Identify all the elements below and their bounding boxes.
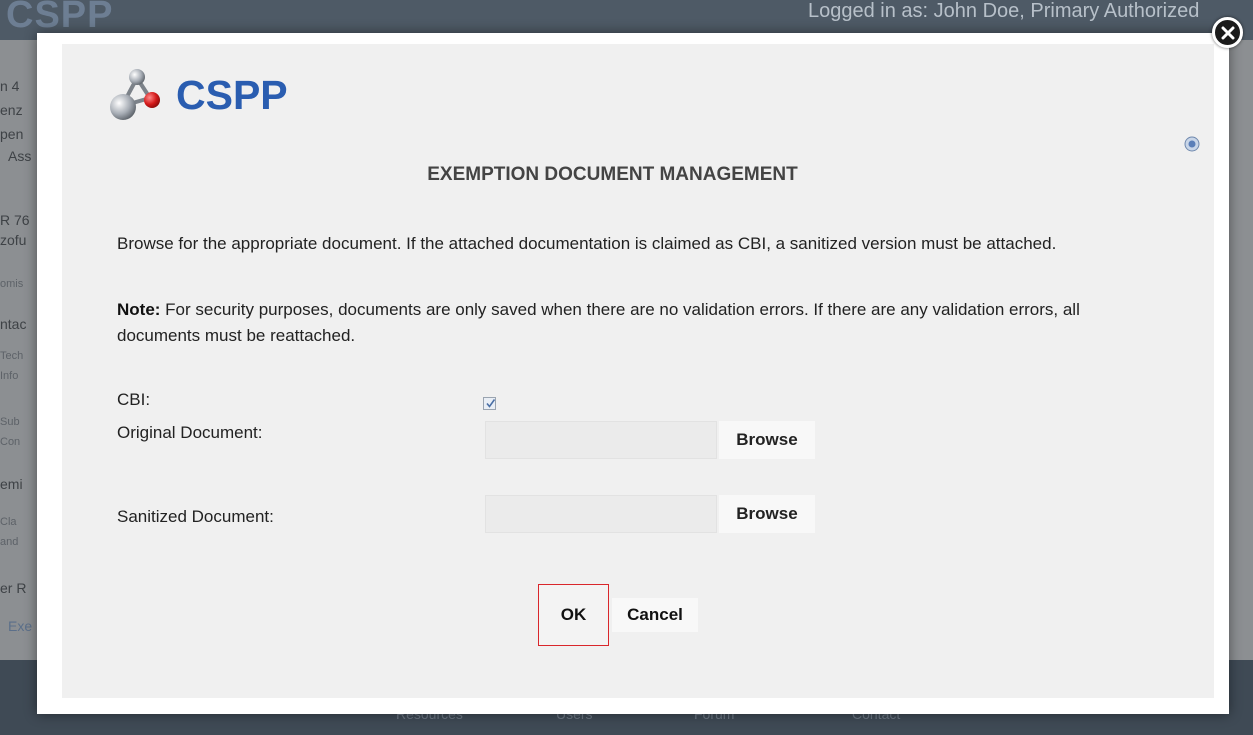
note-body: For security purposes, documents are onl… xyxy=(117,300,1080,345)
modal-title: EXEMPTION DOCUMENT MANAGEMENT xyxy=(427,164,798,185)
instructions-text: Browse for the appropriate document. If … xyxy=(117,234,1057,253)
checkmark-icon xyxy=(486,399,496,408)
background-side-text: and xyxy=(0,536,19,548)
background-side-text: er R xyxy=(0,580,27,596)
molecule-logo-icon xyxy=(110,69,160,120)
help-icon[interactable] xyxy=(1184,136,1200,152)
background-logo: CSPP xyxy=(6,0,114,36)
background-side-text: ntac xyxy=(0,316,27,332)
background-side-text: pen xyxy=(0,126,24,142)
background-side-text: Ass xyxy=(8,148,32,164)
cspp-logo: CSPP xyxy=(108,68,288,122)
background-side-text: enz xyxy=(0,102,23,118)
background-side-text: Info xyxy=(0,370,19,382)
cancel-button[interactable]: Cancel xyxy=(612,598,698,632)
background-side-text: Cla xyxy=(0,516,17,528)
background-user-info: Logged in as: John Doe, Primary Authoriz… xyxy=(808,0,1200,22)
close-button[interactable] xyxy=(1212,17,1243,48)
note-label: Note: xyxy=(117,300,161,319)
sanitized-document-field[interactable] xyxy=(485,495,717,533)
cbi-label: CBI: xyxy=(117,390,151,409)
original-document-field[interactable] xyxy=(485,421,717,459)
background-side-link: Exe xyxy=(8,618,33,634)
original-document-label: Original Document: xyxy=(117,423,263,442)
background-side-text: zofu xyxy=(0,232,27,248)
logo-text: CSPP xyxy=(176,71,288,118)
sanitized-document-label: Sanitized Document: xyxy=(117,507,274,526)
note-text: Note: For security purposes, documents a… xyxy=(117,297,1147,349)
background-side-text: n 4 xyxy=(0,78,20,94)
background-side-text: omis xyxy=(0,278,24,290)
cbi-checkbox[interactable] xyxy=(483,397,496,410)
original-browse-button[interactable]: Browse xyxy=(719,421,815,459)
background-side-text: R 76 xyxy=(0,212,30,228)
background-side-text: Sub xyxy=(0,416,20,428)
ok-button[interactable]: OK xyxy=(538,584,609,646)
close-icon xyxy=(1221,26,1234,39)
background-side-text: Con xyxy=(0,436,21,448)
background-side-text: Tech xyxy=(0,350,24,362)
background-side-text: emi xyxy=(0,476,23,492)
sanitized-browse-button[interactable]: Browse xyxy=(719,495,815,533)
